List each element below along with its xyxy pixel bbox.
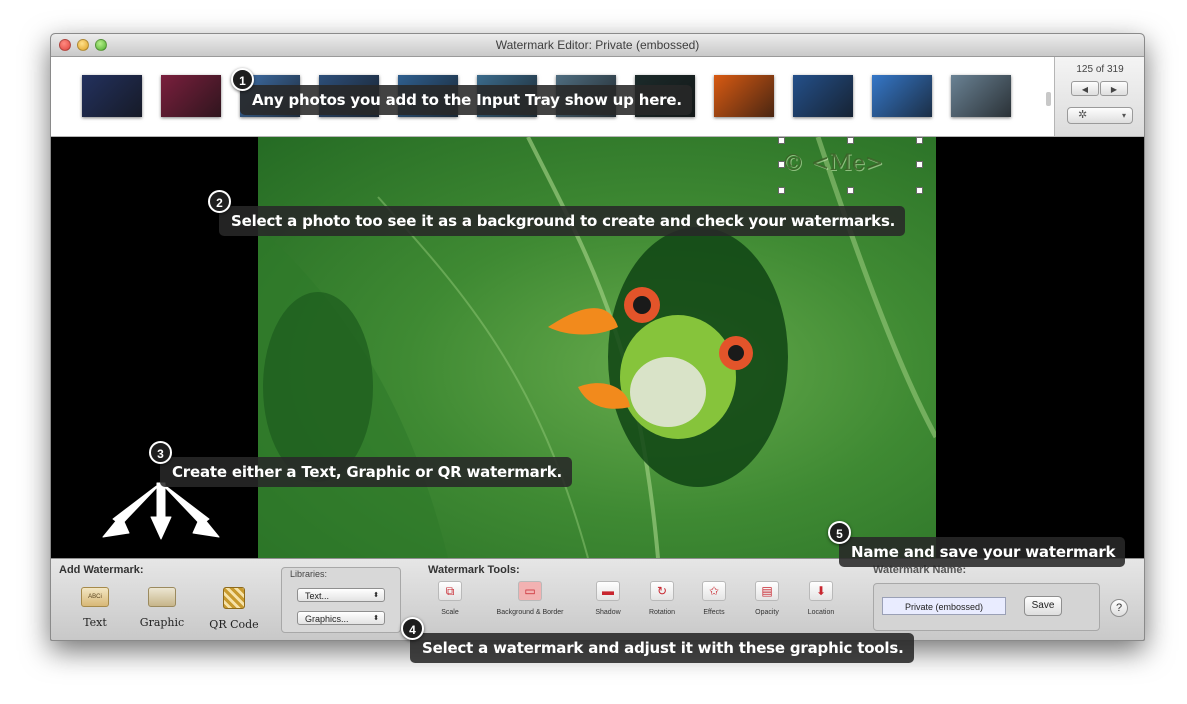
rotation-label: Rotation <box>648 609 676 616</box>
resize-handle[interactable] <box>847 187 854 194</box>
title-bar: Watermark Editor: Private (embossed) <box>51 34 1144 57</box>
next-photo-button[interactable]: ▶ <box>1100 81 1128 96</box>
watermark-tools-label: Watermark Tools: <box>428 564 520 576</box>
arrow-left-icon: ◀ <box>1081 85 1089 94</box>
shadow-icon: ▬ <box>596 581 620 601</box>
tray-thumbnail[interactable] <box>951 75 1011 117</box>
frog-photo-graphic <box>258 137 936 558</box>
location-label: Location <box>807 609 835 616</box>
callout-adjust-tools: Select a watermark and adjust it with th… <box>410 633 914 663</box>
location-tool-button[interactable]: ⬇ Location <box>801 581 841 616</box>
bottom-toolbar: Add Watermark: ABCi Text Graphic QR Code… <box>51 558 1144 640</box>
opacity-tool-button[interactable]: ▤ Opacity <box>749 581 785 616</box>
action-menu-button[interactable]: ✲ ▾ <box>1067 107 1133 124</box>
resize-handle[interactable] <box>778 161 785 168</box>
rotation-icon: ↻ <box>650 581 674 601</box>
text-library-popup[interactable]: Text... ⬍ <box>297 588 385 602</box>
effects-label: Effects <box>703 609 725 616</box>
watermark-text-preview[interactable]: © <Me> <box>782 151 883 176</box>
opacity-label: Opacity <box>755 609 779 616</box>
callout-number-3: 3 <box>149 441 172 464</box>
callout-number-1: 1 <box>231 68 254 91</box>
resize-handle[interactable] <box>916 187 923 194</box>
tray-scrollbar[interactable] <box>1046 92 1051 106</box>
tray-thumbnail[interactable] <box>714 75 774 117</box>
photo-counter: 125 of 319 <box>1076 64 1124 75</box>
scale-icon: ⧉ <box>438 581 462 601</box>
tray-thumbnail[interactable] <box>793 75 853 117</box>
resize-handle[interactable] <box>916 137 923 144</box>
arrow-right-icon: ▶ <box>1110 85 1118 94</box>
callout-number-4: 4 <box>401 617 424 640</box>
tray-thumbnail[interactable] <box>161 75 221 117</box>
resize-handle[interactable] <box>778 187 785 194</box>
graphics-library-value: Graphics... <box>305 614 349 624</box>
text-label: Text <box>83 616 107 629</box>
window-title: Watermark Editor: Private (embossed) <box>495 38 700 52</box>
callout-select-photo: Select a photo too see it as a backgroun… <box>219 206 906 236</box>
help-button[interactable]: ? <box>1110 599 1128 617</box>
location-icon: ⬇ <box>809 581 833 601</box>
background-border-icon: ▭ <box>518 581 542 601</box>
qr-code-label: QR Code <box>209 618 259 631</box>
resize-handle[interactable] <box>847 137 854 144</box>
tray-navigation: 125 of 319 ◀ ▶ ✲ ▾ <box>1054 57 1144 137</box>
watermark-name-field[interactable]: Private (embossed) <box>882 597 1006 615</box>
three-way-arrows-icon <box>102 482 220 540</box>
updown-arrows-icon: ⬍ <box>373 615 379 622</box>
tray-thumbnail[interactable] <box>82 75 142 117</box>
chevron-down-icon: ▾ <box>1121 111 1126 120</box>
add-graphic-watermark-button[interactable]: Graphic <box>132 587 192 629</box>
graphics-library-popup[interactable]: Graphics... ⬍ <box>297 611 385 625</box>
libraries-group: Libraries: Text... ⬍ Graphics... ⬍ <box>281 567 401 633</box>
text-icon: ABCi <box>81 587 109 607</box>
callout-create-watermark: Create either a Text, Graphic or QR wate… <box>160 457 573 487</box>
callout-number-2: 2 <box>208 190 231 213</box>
graphic-label: Graphic <box>139 616 185 629</box>
graphic-icon <box>148 587 176 607</box>
gear-icon: ✲ <box>1078 109 1088 121</box>
add-text-watermark-button[interactable]: ABCi Text <box>65 587 125 629</box>
background-photo[interactable]: © <Me> <box>258 137 936 558</box>
callout-number-5: 5 <box>828 521 851 544</box>
resize-handle[interactable] <box>778 137 785 144</box>
add-watermark-label: Add Watermark: <box>59 564 144 576</box>
rotation-tool-button[interactable]: ↻ Rotation <box>643 581 681 616</box>
opacity-icon: ▤ <box>755 581 779 601</box>
add-qr-code-watermark-button[interactable]: QR Code <box>204 587 264 631</box>
background-border-tool-button[interactable]: ▭ Background & Border <box>481 581 579 616</box>
callout-name-save: Name and save your watermark <box>839 537 1126 567</box>
previous-photo-button[interactable]: ◀ <box>1071 81 1099 96</box>
libraries-label: Libraries: <box>290 569 328 579</box>
scale-label: Scale <box>441 609 459 616</box>
background-border-label: Background & Border <box>496 609 564 616</box>
callout-input-tray: Any photos you add to the Input Tray sho… <box>240 85 692 115</box>
text-library-value: Text... <box>305 591 330 601</box>
tray-thumbnail[interactable] <box>872 75 932 117</box>
resize-handle[interactable] <box>916 161 923 168</box>
effects-icon: ✩ <box>702 581 726 601</box>
shadow-label: Shadow <box>595 609 621 616</box>
save-button[interactable]: Save <box>1024 596 1062 616</box>
shadow-tool-button[interactable]: ▬ Shadow <box>590 581 626 616</box>
effects-tool-button[interactable]: ✩ Effects <box>697 581 731 616</box>
qr-code-icon <box>223 587 245 609</box>
updown-arrows-icon: ⬍ <box>373 592 379 599</box>
watermark-name-panel: Private (embossed) Save <box>873 583 1100 631</box>
scale-tool-button[interactable]: ⧉ Scale <box>434 581 466 616</box>
